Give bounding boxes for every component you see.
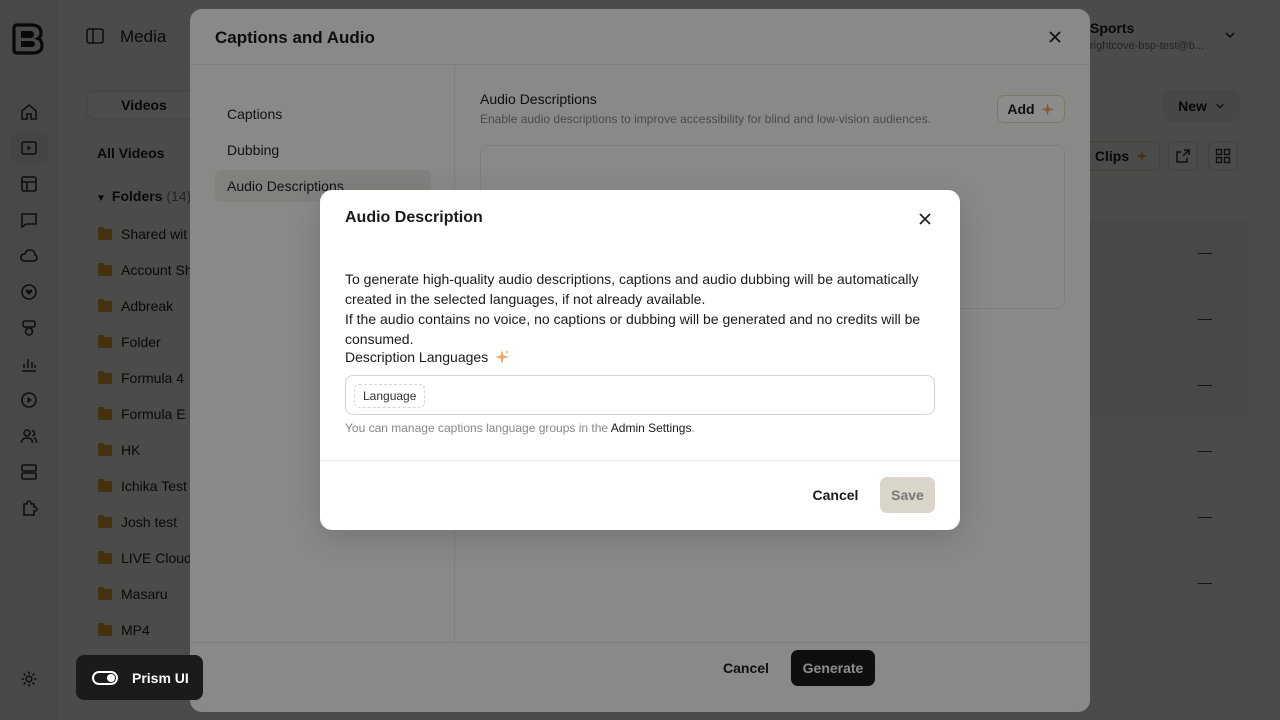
cancel-button[interactable]: Cancel bbox=[803, 477, 868, 513]
close-icon[interactable] bbox=[917, 211, 933, 227]
dialog-description: To generate high-quality audio descripti… bbox=[345, 269, 940, 349]
description-paragraph: To generate high-quality audio descripti… bbox=[345, 271, 919, 307]
languages-label: Description Languages bbox=[345, 349, 510, 365]
helper-text-suffix: . bbox=[691, 421, 695, 435]
helper-text-prefix: You can manage captions language groups … bbox=[345, 421, 611, 435]
divider bbox=[320, 460, 960, 461]
dialog-title: Audio Description bbox=[345, 209, 483, 226]
prism-ui-toggle[interactable]: Prism UI bbox=[76, 655, 203, 700]
helper-text: You can manage captions language groups … bbox=[345, 421, 695, 435]
language-chip[interactable]: Language bbox=[354, 384, 426, 408]
audio-description-dialog: Audio Description To generate high-quali… bbox=[320, 190, 960, 530]
description-paragraph: If the audio contains no voice, no capti… bbox=[345, 311, 921, 347]
admin-settings-link[interactable]: Admin Settings bbox=[611, 421, 692, 435]
toggle-switch[interactable] bbox=[92, 670, 118, 685]
languages-label-text: Description Languages bbox=[345, 349, 489, 365]
save-button[interactable]: Save bbox=[880, 477, 935, 513]
prism-ui-label: Prism UI bbox=[132, 669, 189, 686]
sparkle-icon bbox=[495, 350, 510, 364]
language-select[interactable]: Language bbox=[345, 375, 935, 415]
